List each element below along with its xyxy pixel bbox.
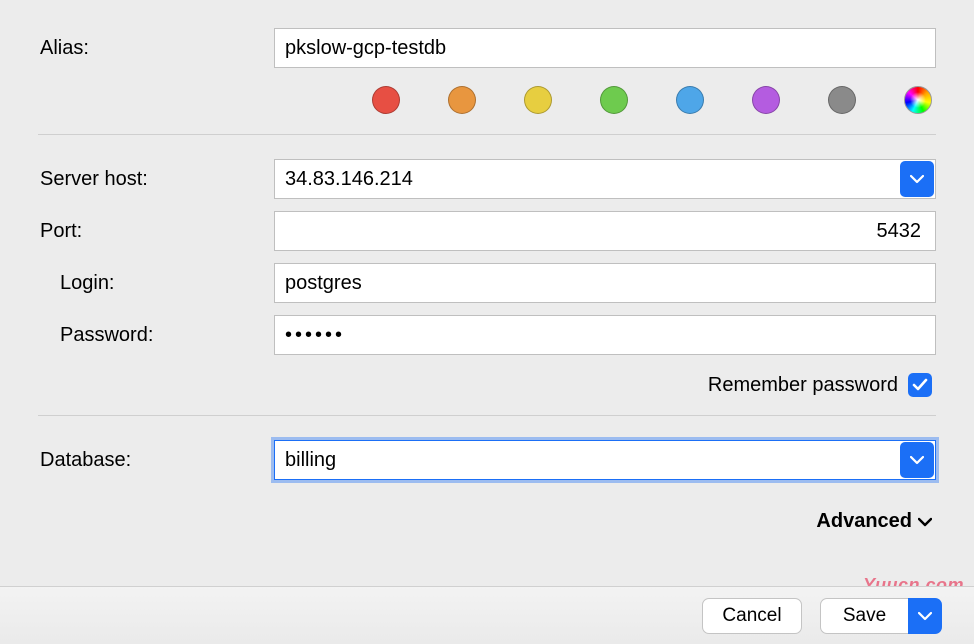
color-swatch-yellow[interactable] [524, 86, 552, 114]
color-swatch-custom[interactable] [904, 86, 932, 114]
dialog-footer: Cancel Save [0, 586, 974, 644]
chevron-down-icon [918, 611, 932, 621]
save-dropdown-button[interactable] [908, 598, 942, 634]
password-label: Password: [38, 324, 274, 347]
server-host-input[interactable] [274, 159, 936, 199]
server-host-combo[interactable] [274, 159, 936, 199]
remember-password-label: Remember password [708, 374, 898, 397]
color-swatch-gray[interactable] [828, 86, 856, 114]
check-icon [912, 378, 928, 392]
cancel-button[interactable]: Cancel [702, 598, 802, 634]
chevron-down-icon [910, 455, 924, 465]
color-swatch-red[interactable] [372, 86, 400, 114]
save-button[interactable]: Save [820, 598, 908, 634]
chevron-down-icon [910, 174, 924, 184]
port-input[interactable] [274, 211, 936, 251]
login-input[interactable] [274, 263, 936, 303]
remember-password-checkbox[interactable] [908, 373, 932, 397]
server-host-dropdown-button[interactable] [900, 161, 934, 197]
color-swatch-blue[interactable] [676, 86, 704, 114]
login-label: Login: [38, 272, 274, 295]
chevron-down-icon [918, 517, 932, 527]
port-label: Port: [38, 220, 274, 243]
server-host-label: Server host: [38, 168, 274, 191]
advanced-label: Advanced [816, 510, 912, 533]
color-swatch-purple[interactable] [752, 86, 780, 114]
separator [38, 134, 936, 135]
database-label: Database: [38, 449, 274, 472]
separator [38, 415, 936, 416]
color-picker-row [38, 80, 936, 134]
password-input[interactable] [274, 315, 936, 355]
save-split-button: Save [820, 598, 942, 634]
database-input[interactable] [274, 440, 936, 480]
database-combo[interactable] [274, 440, 936, 480]
color-swatch-orange[interactable] [448, 86, 476, 114]
alias-label: Alias: [38, 37, 274, 60]
advanced-toggle[interactable]: Advanced [38, 492, 936, 533]
database-dropdown-button[interactable] [900, 442, 934, 478]
color-swatch-green[interactable] [600, 86, 628, 114]
alias-input[interactable] [274, 28, 936, 68]
